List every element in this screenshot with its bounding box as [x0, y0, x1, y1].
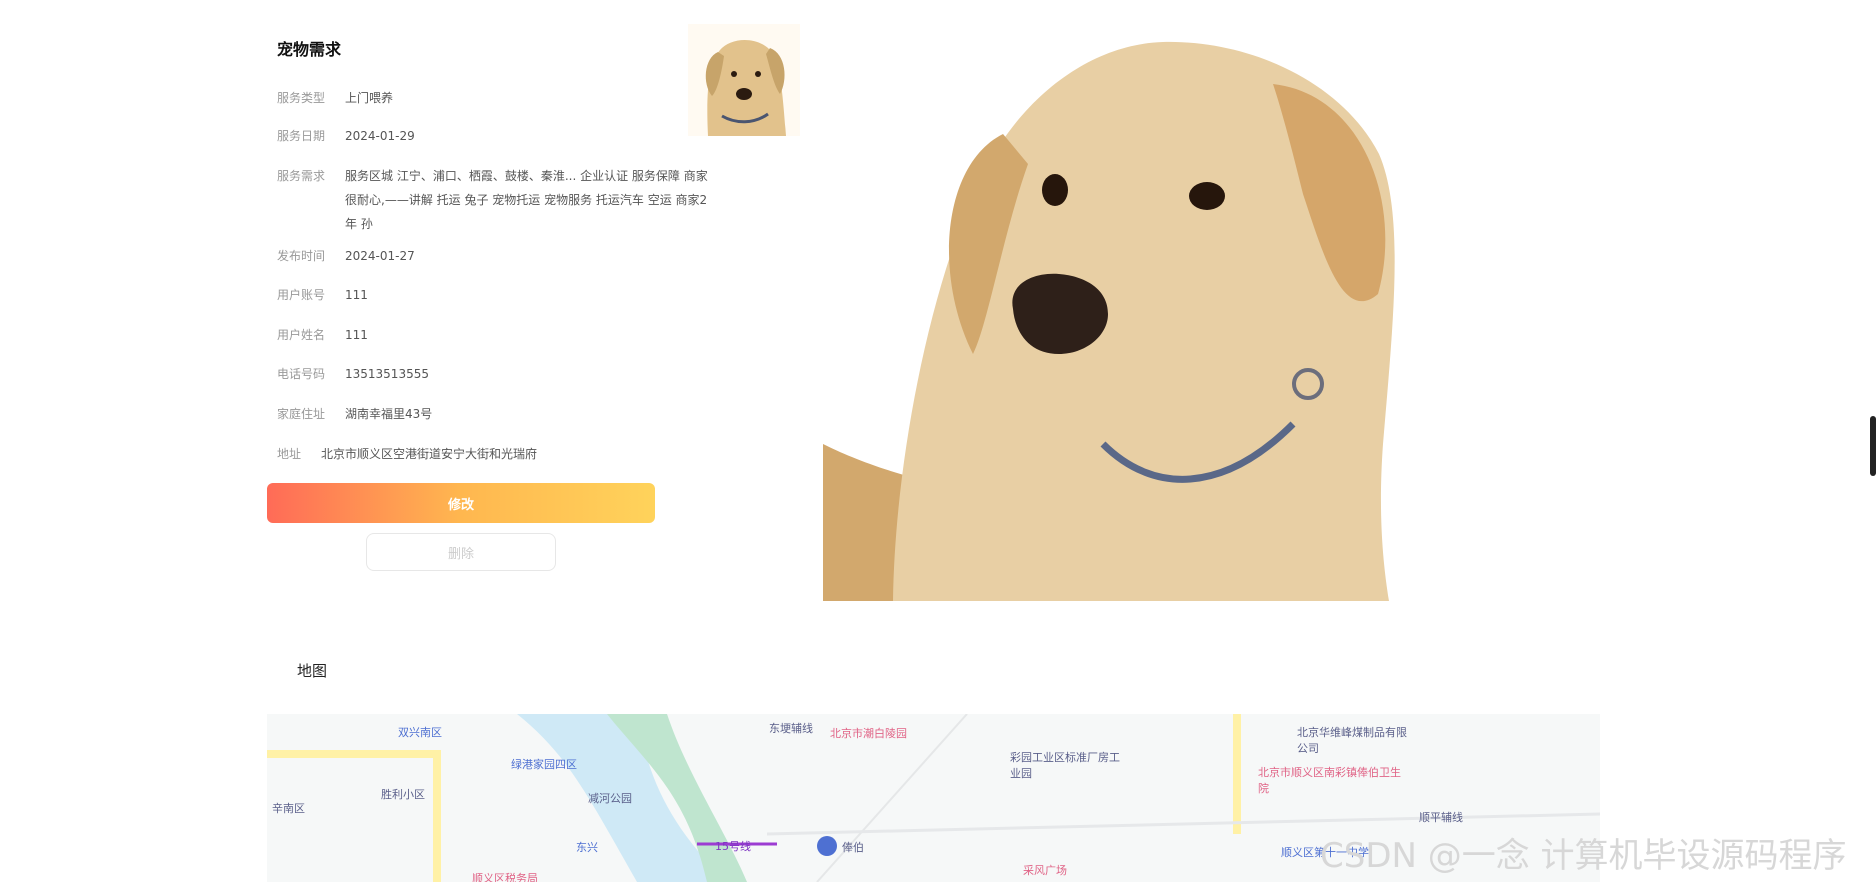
field-label: 服务需求 — [277, 169, 326, 183]
map-label: 彩园工业区标准厂房工业园 — [1010, 751, 1120, 780]
field-value: 111 — [345, 288, 368, 302]
map-label: 顺平辅线 — [1419, 811, 1463, 824]
map-label: 辛南区 — [272, 802, 305, 815]
field-label: 电话号码 — [277, 367, 326, 381]
field-value: 2024-01-29 — [345, 129, 415, 143]
map-label: 北京华维峰煤制品有限公司 — [1297, 726, 1407, 755]
field-value: 服务区城 江宁、浦口、栖霞、鼓楼、秦淮... 企业认证 服务保障 商家很耐心,—… — [345, 169, 708, 231]
field-label: 服务日期 — [277, 129, 326, 143]
map-label: 减河公园 — [588, 792, 632, 805]
map-label: 东兴 — [576, 841, 598, 854]
field-value: 13513513555 — [345, 367, 429, 381]
map-section-title: 地图 — [297, 662, 328, 680]
field-value: 2024-01-27 — [345, 249, 415, 263]
field-label: 发布时间 — [277, 249, 326, 263]
map-label: 15号线 — [715, 840, 751, 853]
field-value: 上门喂养 — [345, 91, 394, 105]
scrollbar[interactable] — [1870, 416, 1876, 476]
map-label: 双兴南区 — [398, 726, 442, 739]
field-value: 北京市顺义区空港街道安宁大街和光瑞府 — [321, 447, 538, 461]
map-label: 北京市潮白陵园 — [830, 727, 907, 740]
field-label: 用户账号 — [277, 288, 326, 302]
edit-button[interactable]: 修改 — [267, 483, 655, 523]
pet-thumbnail[interactable] — [688, 24, 800, 136]
pet-thumbnail-image — [688, 24, 800, 136]
field-label: 用户姓名 — [277, 328, 326, 342]
map-label: 顺义区税务局 — [472, 872, 538, 882]
field-value: 湖南幸福里43号 — [345, 407, 433, 421]
map-label: 采风广场 — [1023, 864, 1067, 877]
map-label: 俸伯 — [842, 841, 864, 854]
pet-photo — [823, 24, 1435, 601]
map-label: 北京市顺义区南彩镇俸伯卫生院 — [1258, 766, 1401, 795]
page-title: 宠物需求 — [277, 40, 342, 59]
field-value: 111 — [345, 328, 368, 342]
pet-photo-image — [823, 24, 1435, 601]
map-label: 绿港家园四区 — [511, 758, 577, 771]
delete-button[interactable]: 删除 — [366, 533, 556, 571]
map-label: 胜利小区 — [381, 788, 425, 801]
watermark: CSDN @一念 计算机毕设源码程序 — [1320, 836, 1847, 876]
field-label: 家庭住址 — [277, 407, 326, 421]
map-label: 东埂辅线 — [769, 722, 813, 735]
field-label: 服务类型 — [277, 91, 326, 105]
